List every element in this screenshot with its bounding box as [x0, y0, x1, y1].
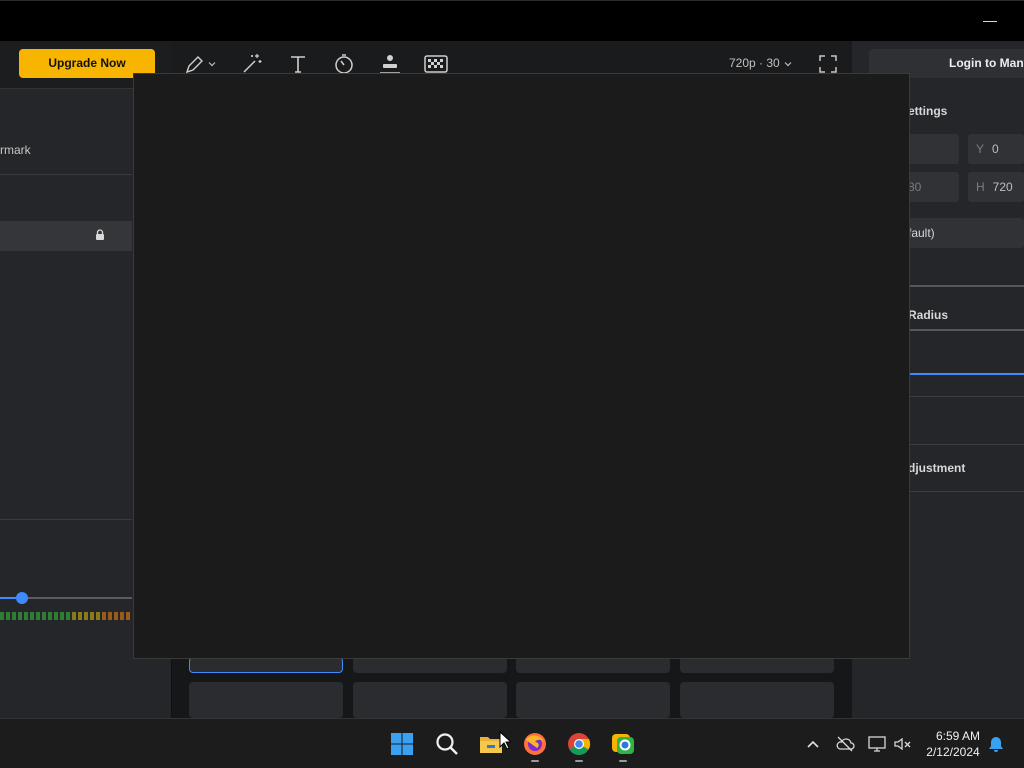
chrome-icon[interactable]	[566, 731, 592, 757]
meter-segment	[66, 612, 70, 620]
y-field[interactable]: Y0	[968, 134, 1024, 164]
quality-selector[interactable]: 720p · 30	[729, 56, 793, 70]
meter-segment	[54, 612, 58, 620]
width-value: 80	[908, 180, 922, 194]
scene-thumbnail[interactable]	[680, 682, 834, 718]
meter-segment	[30, 612, 34, 620]
divider	[0, 519, 132, 520]
adjustment-label: djustment	[908, 461, 966, 475]
meter-segment	[36, 612, 40, 620]
height-value: 720	[992, 180, 1013, 194]
scene-thumbnail[interactable]	[516, 682, 670, 718]
divider	[0, 174, 132, 175]
minimize-button[interactable]: —	[978, 12, 1002, 28]
scene-thumbnail[interactable]	[189, 682, 343, 718]
windows-start-icon[interactable]	[389, 731, 415, 757]
audio-level-meter	[0, 612, 132, 620]
meter-segment	[90, 612, 94, 620]
divider	[900, 329, 1024, 331]
mouse-cursor-icon	[499, 731, 511, 750]
meter-segment	[60, 612, 64, 620]
scene-thumbnail-selected[interactable]	[189, 657, 343, 673]
scene-thumbnail[interactable]	[353, 682, 507, 718]
meter-segment	[12, 612, 16, 620]
running-indicator	[619, 760, 627, 762]
meter-segment	[72, 612, 76, 620]
cloud-offline-icon[interactable]	[835, 735, 855, 753]
scene-thumbnail[interactable]	[516, 657, 670, 673]
chevron-down-icon[interactable]	[207, 59, 217, 69]
meter-segment	[0, 612, 4, 620]
running-indicator	[531, 760, 539, 762]
scene-thumbnail[interactable]	[353, 657, 507, 673]
modal-dialog[interactable]	[133, 73, 910, 659]
meter-segment	[102, 612, 106, 620]
display-icon[interactable]	[867, 735, 887, 753]
radius-label: Radius	[908, 308, 949, 322]
running-indicator	[575, 760, 583, 762]
meter-segment	[6, 612, 10, 620]
title-bar	[0, 0, 1024, 41]
meter-segment	[48, 612, 52, 620]
meter-segment	[126, 612, 130, 620]
quality-label: 720p · 30	[729, 56, 780, 70]
search-icon[interactable]	[434, 731, 460, 757]
divider	[900, 444, 1024, 445]
clock-date[interactable]: 2/12/2024	[920, 745, 986, 759]
h-key: H	[976, 180, 985, 194]
meter-segment	[114, 612, 118, 620]
settings-label: ettings	[908, 104, 948, 118]
firefox-icon[interactable]	[522, 731, 548, 757]
divider	[900, 491, 1024, 492]
lock-icon[interactable]	[95, 229, 105, 241]
layer-row[interactable]	[0, 221, 132, 251]
y-key: Y	[976, 142, 985, 156]
y-value: 0	[992, 142, 999, 156]
screen-recorder-icon[interactable]	[610, 731, 636, 757]
scene-thumbnail[interactable]	[680, 657, 834, 673]
mode-value: fault)	[908, 226, 935, 240]
meter-segment	[42, 612, 46, 620]
meter-segment	[84, 612, 88, 620]
divider	[900, 396, 1024, 397]
mode-dropdown[interactable]: fault)	[900, 218, 1024, 248]
clock-time[interactable]: 6:59 AM	[930, 729, 986, 743]
chevron-up-icon[interactable]	[805, 737, 821, 751]
volume-slider-thumb[interactable]	[16, 592, 28, 604]
meter-segment	[24, 612, 28, 620]
meter-segment	[96, 612, 100, 620]
watermark-label: rmark	[0, 143, 31, 157]
meter-segment	[108, 612, 112, 620]
meter-segment	[120, 612, 124, 620]
meter-segment	[18, 612, 22, 620]
volume-muted-icon[interactable]	[893, 735, 913, 753]
meter-segment	[78, 612, 82, 620]
radius-slider[interactable]	[900, 373, 1024, 375]
chevron-down-icon	[784, 61, 792, 67]
height-field[interactable]: H 720	[968, 172, 1024, 202]
divider	[900, 285, 1024, 287]
fullscreen-icon[interactable]	[818, 54, 838, 74]
notification-bell-icon[interactable]	[987, 735, 1005, 753]
